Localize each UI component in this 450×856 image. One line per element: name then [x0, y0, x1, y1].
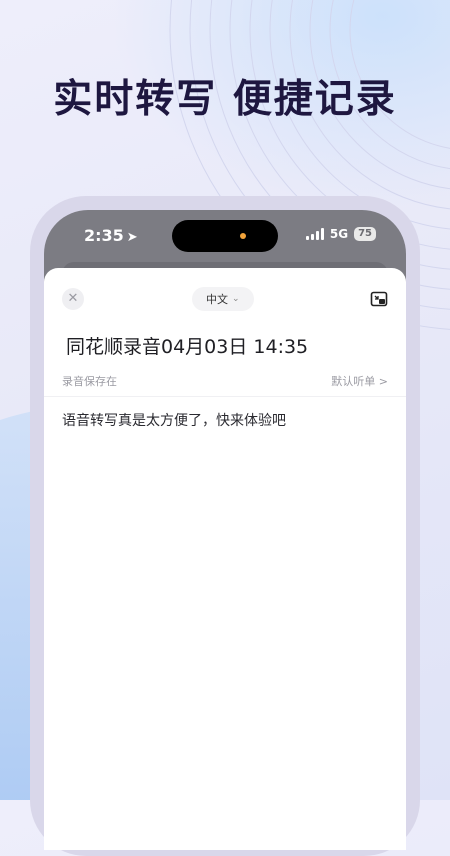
location-arrow-icon: ➤ — [126, 230, 138, 245]
status-time: 2:35 ➤ — [84, 226, 138, 245]
note-title: 同花顺录音04月03日 14:35 — [66, 336, 309, 358]
battery-icon: 75 — [354, 227, 376, 241]
save-location-label: 录音保存在 — [62, 375, 117, 388]
close-icon: ✕ — [67, 291, 79, 306]
language-selector[interactable]: 中文 ⌄ — [192, 287, 254, 311]
divider — [44, 396, 406, 397]
transcript-text[interactable]: 语音转写真是太方便了，快来体验吧 — [62, 410, 286, 430]
phone-screen: 2:35 ➤ 5G 75 ✕ 中文 ⌄ 同花顺录音04月03日 14:35 录音保… — [44, 210, 406, 850]
signal-bars-icon — [305, 228, 324, 240]
status-indicators: 5G 75 — [305, 227, 376, 241]
picture-in-picture-icon[interactable] — [370, 290, 388, 308]
default-playlist-link[interactable]: 默认听单 > — [331, 373, 388, 389]
recording-indicator-icon — [240, 233, 246, 239]
language-label: 中文 — [206, 293, 228, 306]
dynamic-island — [172, 220, 278, 252]
chevron-down-icon: ⌄ — [232, 294, 240, 304]
recording-sheet: ✕ 中文 ⌄ 同花顺录音04月03日 14:35 录音保存在 默认听单 > 语音… — [44, 268, 406, 850]
network-type: 5G — [329, 227, 349, 241]
close-button[interactable]: ✕ — [62, 288, 84, 310]
promo-headline: 实时转写 便捷记录 — [53, 77, 397, 122]
